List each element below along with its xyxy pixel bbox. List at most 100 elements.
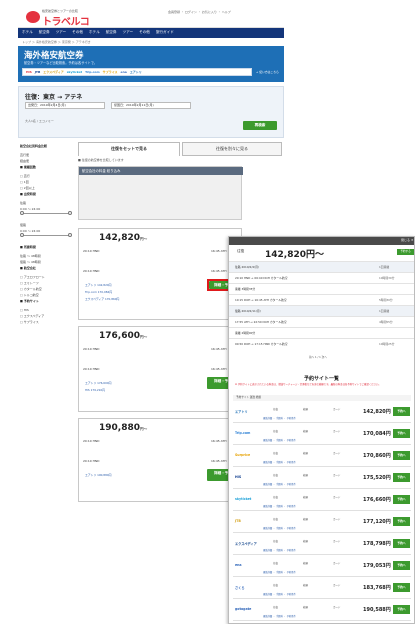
site-detail-link[interactable]: 運賃詳細 ・ 手数料 ・ 予約条件 [263, 614, 296, 618]
condition-cell: カード [333, 562, 341, 565]
tab-separate[interactable]: 往復を別々に見る [182, 142, 282, 156]
site-price: 170,860円 [363, 453, 391, 459]
filter-option[interactable]: □ カタール航空 [20, 287, 42, 291]
nav-item[interactable]: 航空券 [106, 30, 117, 35]
site-price-link[interactable]: Trip.com 170,084円 [85, 290, 112, 294]
partner-logo[interactable]: エクスペディア [43, 70, 64, 74]
site-reserve-button[interactable]: 予約へ [393, 451, 410, 460]
site-detail-link[interactable]: 運賃詳細 ・ 手数料 ・ 予約条件 [263, 482, 296, 486]
filter-option[interactable]: □ エクスペディア [20, 314, 44, 318]
nav-items: ホテル 航空券 ツアー その他 ホテル 航空券 ツアー その他 旅行ガイド [22, 30, 174, 35]
slider-handle[interactable] [68, 233, 72, 237]
filter-option[interactable]: □ HIS [20, 308, 29, 312]
slider-handle[interactable] [68, 211, 72, 215]
slider-handle[interactable] [20, 233, 24, 237]
time-slider[interactable] [20, 211, 72, 215]
research-button[interactable]: 再検索 [243, 121, 277, 130]
site-detail-link[interactable]: 運賃詳細 ・ 手数料 ・ 予約条件 [263, 548, 296, 552]
site-logo[interactable]: Trip.com [235, 431, 259, 438]
nav-item[interactable]: 航空券 [39, 30, 50, 35]
result-card[interactable]: 176,600円〜 20:10 HND 16:45 ATH 20:10 HND 16:4… [78, 326, 242, 412]
site-detail-link[interactable]: 運賃詳細 ・ 手数料 ・ 予約条件 [263, 526, 296, 530]
site-reserve-button[interactable]: 予約へ [393, 561, 410, 570]
site-row: さくら 往復 総額 カード 183,768円 予約へ 運賃詳細 ・ 手数料 ・ 予約条件 [233, 579, 411, 599]
site-detail-link[interactable]: 運賃詳細 ・ 手数料 ・ 予約条件 [263, 504, 296, 508]
flight-text: 00:50 DOH → 17:15 HND カタール航空 [235, 342, 288, 346]
site-logo[interactable]: トラベルコ [42, 13, 90, 28]
nav-item[interactable]: その他 [72, 30, 83, 35]
site-price-link[interactable]: エアトリ 190,880円 [85, 473, 111, 477]
partner-logo[interactable]: ena [121, 70, 127, 74]
nav-item[interactable]: その他 [139, 30, 150, 35]
filter-option[interactable]: 復路 〜 48時間 [20, 260, 41, 264]
site-detail-link[interactable]: 運賃詳細 ・ 手数料 ・ 予約条件 [263, 438, 296, 442]
filter-option[interactable]: □ トルコ航空 [20, 293, 39, 297]
site-logo[interactable]: ena [235, 563, 259, 570]
depart-date-field[interactable]: 出発日：2019年2月4日(月) [25, 102, 105, 109]
site-price-link[interactable]: エアトリ 176,600円 [85, 381, 111, 385]
filter-option[interactable]: □ 直行 [20, 174, 30, 178]
filter-option[interactable]: □ サプライス [20, 320, 39, 324]
site-logo[interactable]: skyticket [235, 497, 259, 504]
filter-option[interactable]: 復路 [20, 223, 26, 227]
site-logo[interactable]: エクスペディア [235, 541, 259, 548]
site-logo[interactable]: Surprice [235, 453, 259, 460]
filter-option[interactable]: 往路 〜 48時間 [20, 254, 41, 258]
nav-item[interactable]: ツアー [56, 30, 67, 35]
site-reserve-button[interactable]: 予約へ [393, 517, 410, 526]
site-price-link[interactable]: エクスペディア 170,860円 [85, 297, 119, 301]
site-price-link[interactable]: HIS 179,210円 [85, 388, 105, 392]
return-date-field[interactable]: 帰国日：2019年2月11日(月) [111, 102, 191, 109]
logo-icon[interactable] [26, 11, 40, 23]
slider-handle[interactable] [20, 211, 24, 215]
filter-option[interactable]: □ アエロフロート [20, 275, 45, 279]
partner-logo[interactable]: JTB [35, 70, 40, 74]
site-reserve-button[interactable]: 予約へ [393, 539, 410, 548]
partner-logo[interactable]: HIS [26, 70, 32, 74]
header-links[interactable]: 会員登録 ・ ログイン ・ お気に入り ・ ヘルプ [168, 10, 231, 14]
nav-item[interactable]: ホテル [89, 30, 100, 35]
site-reserve-button[interactable]: 予約へ [393, 407, 410, 416]
filter-option[interactable]: 往路 [20, 201, 26, 205]
site-reserve-button[interactable]: 予約へ [393, 473, 410, 482]
result-card[interactable]: 142,820円〜 20:10 HND 16:45 ATH 20:10 HND 16:4… [78, 228, 242, 320]
filter-option[interactable]: 直行便 [20, 153, 29, 157]
site-reserve-button[interactable]: 予約へ [393, 583, 410, 592]
filter-option[interactable]: □ エミレーツ [20, 281, 39, 285]
site-reserve-button[interactable]: 予約へ [393, 605, 410, 614]
filter-heading: ■ 乗継回数 [20, 165, 36, 169]
site-logo[interactable]: エアトリ [235, 409, 259, 416]
site-detail-link[interactable]: 運賃詳細 ・ 手数料 ・ 予約条件 [263, 570, 296, 574]
filter-option[interactable]: 経由便 [20, 159, 29, 163]
filter-option[interactable]: □ 1回 [20, 180, 29, 184]
pager[interactable]: 前へ 1 / 1 次へ [309, 355, 327, 359]
site-price-link[interactable]: エアトリ 142,820円 [85, 283, 111, 287]
result-card[interactable]: 190,880円〜 20:10 HND 16:45 ATH 20:10 HND 16:4… [78, 418, 242, 502]
partner-logo[interactable]: skyticket [67, 70, 82, 74]
condition-cell: カード [333, 408, 341, 411]
site-detail-link[interactable]: 運賃詳細 ・ 手数料 ・ 予約条件 [263, 460, 296, 464]
site-detail-link[interactable]: 運賃詳細 ・ 手数料 ・ 予約条件 [263, 416, 296, 420]
close-button[interactable]: 閉じる ✕ [401, 238, 413, 242]
time-slider[interactable] [20, 233, 72, 237]
fee-cell: 総額 [303, 562, 309, 565]
tab-round-trip[interactable]: 往復をセットで見る [78, 142, 180, 156]
nav-item[interactable]: 旅行ガイド [156, 30, 174, 35]
partner-logo[interactable]: Trip.com [85, 70, 99, 74]
partner-logo[interactable]: サプライス [103, 70, 118, 74]
nav-item[interactable]: ツアー [122, 30, 133, 35]
site-reserve-button[interactable]: 予約へ [393, 429, 410, 438]
site-logo[interactable]: JTB [235, 519, 259, 526]
filter-option[interactable]: □ 2回以上 [20, 186, 35, 190]
passenger-field[interactable]: 大人1名 / エコノミー [25, 119, 54, 123]
site-detail-link[interactable]: 運賃詳細 ・ 手数料 ・ 予約条件 [263, 592, 296, 596]
breadcrumb[interactable]: トップ ＞ 海外格安航空券 ＞ 東京発 ＞ アテネ行き [22, 40, 91, 44]
popup-reserve-button[interactable]: 予約する [397, 249, 414, 255]
site-logo[interactable]: gotogate [235, 607, 259, 614]
site-reserve-button[interactable]: 予約へ [393, 495, 410, 504]
nav-item[interactable]: ホテル [22, 30, 33, 35]
site-logo[interactable]: HIS [235, 475, 259, 482]
site-logo[interactable]: さくら [235, 585, 259, 592]
partner-logo[interactable]: エアトリ [130, 70, 142, 74]
howto-link[interactable]: → 使い方はこちら [256, 70, 279, 74]
